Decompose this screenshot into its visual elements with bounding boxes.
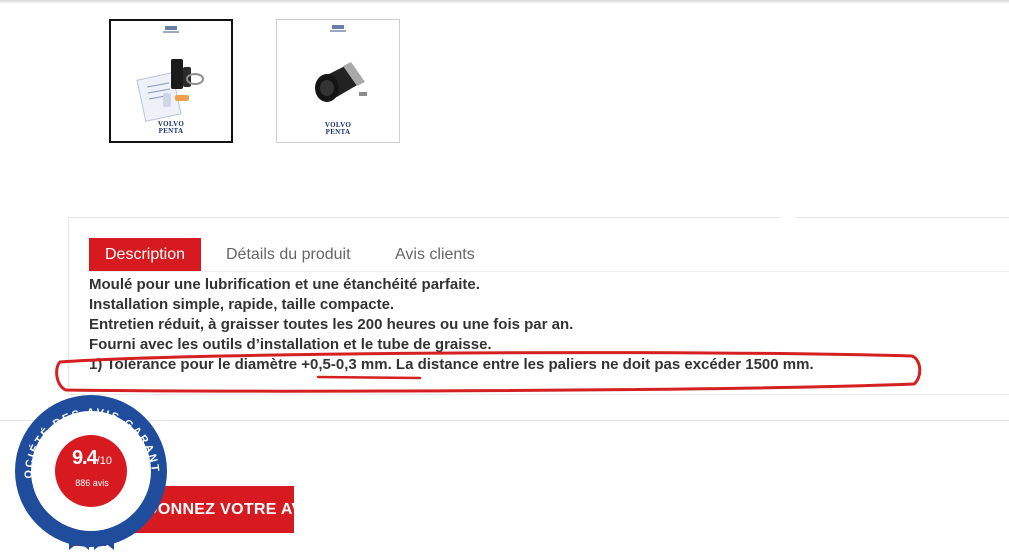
score-value: 9.4 (71, 447, 98, 469)
annotation-ellipse (55, 351, 922, 393)
panel-bottom-border (68, 394, 1009, 395)
badge-score: 9.4/10 886 avis (65, 448, 119, 489)
annotation-underline (316, 375, 422, 380)
review-count: 886 avis (75, 478, 109, 488)
score-scale: /10 (96, 455, 113, 467)
avis-garantis-badge[interactable]: SOCIÉTÉ DES AVIS GARANTIS 9.4/10 886 avi… (9, 383, 169, 551)
